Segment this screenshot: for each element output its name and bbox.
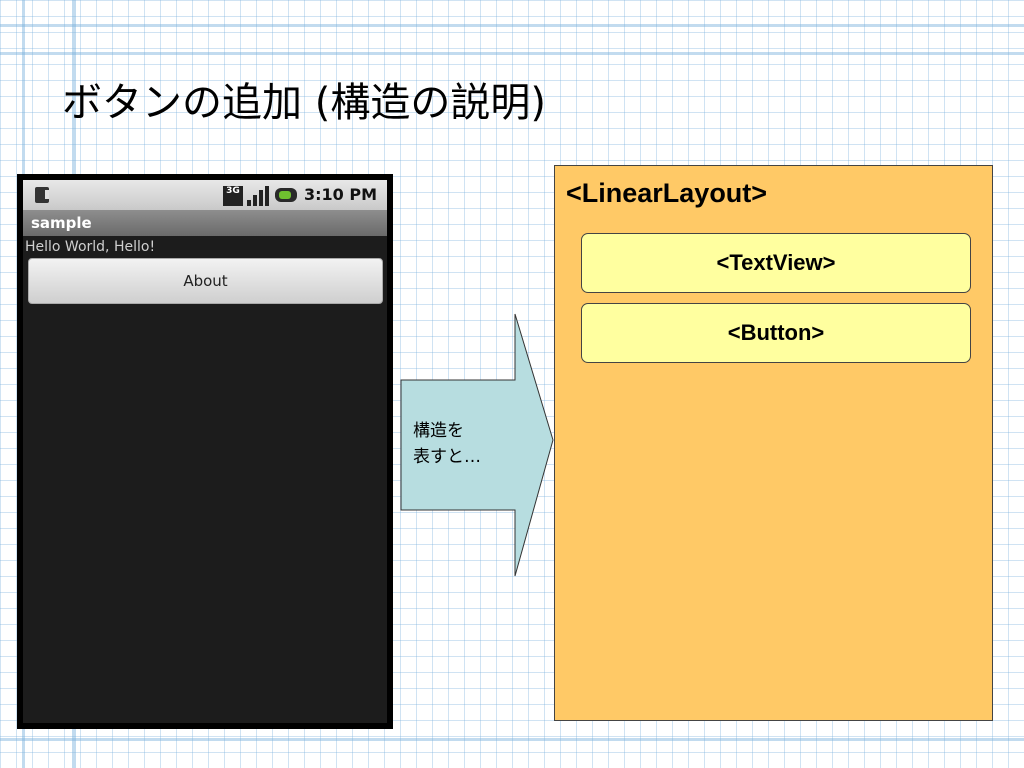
textview-box: <TextView>	[581, 233, 971, 293]
status-bar: 3G 3:10 PM	[23, 180, 387, 210]
sd-card-icon	[35, 187, 49, 203]
app-title-bar: sample	[23, 210, 387, 236]
slide-title: ボタンの追加 (構造の説明)	[62, 80, 546, 126]
grid-line	[0, 24, 1024, 27]
button-box: <Button>	[581, 303, 971, 363]
status-time: 3:10 PM	[303, 185, 377, 204]
linear-layout-box: <LinearLayout> <TextView> <Button>	[554, 165, 993, 721]
about-button[interactable]: About	[28, 258, 383, 304]
battery-icon	[275, 188, 297, 202]
phone-screenshot: 3G 3:10 PM sample Hello World, Hello! Ab…	[17, 174, 393, 729]
signal-strength-icon	[247, 186, 269, 206]
linear-layout-label: <LinearLayout>	[566, 178, 768, 208]
grid-line	[0, 52, 1024, 55]
grid-line	[0, 738, 1024, 741]
arrow-label: 構造を 表すと…	[413, 421, 481, 467]
network-3g-icon: 3G	[223, 186, 243, 206]
phone-screen: 3G 3:10 PM sample Hello World, Hello! Ab…	[23, 180, 387, 723]
hello-text-view: Hello World, Hello!	[25, 239, 156, 255]
